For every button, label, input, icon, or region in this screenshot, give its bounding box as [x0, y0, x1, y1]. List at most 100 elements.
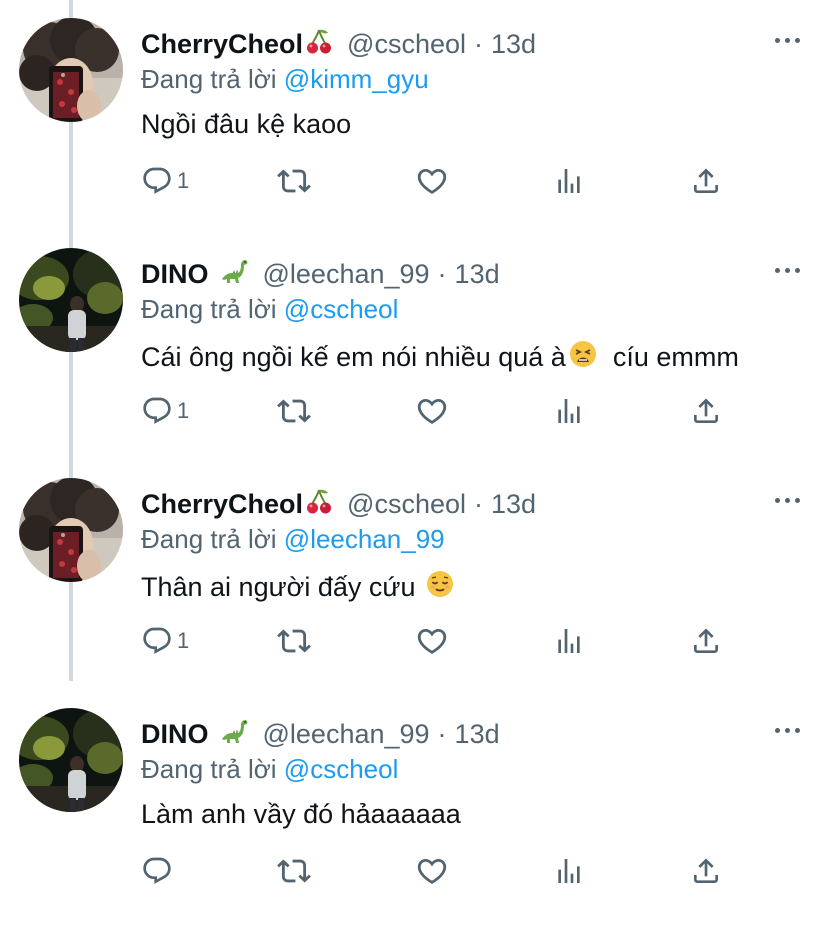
retweet-button[interactable] — [277, 616, 311, 666]
tweet-text-main: Thân ai người đấy cứu — [141, 572, 423, 602]
tweet-header: DINO @leechan_99 · 13d — [141, 256, 500, 292]
replying-to: Đang trả lời @cscheol — [141, 294, 398, 325]
author-name[interactable]: CherryCheol — [141, 489, 303, 520]
reply-count: 1 — [177, 628, 190, 653]
separator: · — [437, 718, 447, 749]
action-bar — [0, 846, 828, 896]
stats-button[interactable] — [553, 846, 585, 896]
replying-to-label: Đang trả lời — [141, 524, 277, 554]
tweet[interactable]: CherryCheol @cscheol · 13d Đang trả lời … — [0, 466, 828, 696]
retweet-button[interactable] — [277, 386, 311, 436]
author-name[interactable]: CherryCheol — [141, 29, 303, 60]
author-handle[interactable]: @cscheol — [347, 29, 466, 60]
replying-to-label: Đang trả lời — [141, 754, 277, 784]
replying-to: Đang trả lời @kimm_gyu — [141, 64, 429, 95]
tweet-text-main: Ngồi đâu kệ kaoo — [141, 109, 352, 139]
more-icon[interactable] — [775, 728, 800, 733]
share-button[interactable] — [690, 616, 722, 666]
timestamp[interactable]: 13d — [455, 719, 500, 750]
heart-icon — [415, 394, 449, 428]
replying-to-mention[interactable]: @kimm_gyu — [284, 64, 429, 94]
stats-button[interactable] — [553, 156, 585, 206]
avatar-curly-hair-selfie[interactable] — [19, 18, 123, 122]
share-icon — [690, 855, 722, 887]
like-button[interactable] — [415, 616, 449, 666]
share-icon — [690, 165, 722, 197]
share-icon — [690, 395, 722, 427]
reply-button[interactable]: 1 — [141, 616, 189, 666]
timestamp[interactable]: 13d — [455, 259, 500, 290]
reply-count: 1 — [177, 398, 190, 423]
heart-icon — [415, 854, 449, 888]
author-name[interactable]: DINO — [141, 719, 209, 750]
tweet-text: Thân ai người đấy cứu — [141, 569, 455, 606]
share-icon — [690, 625, 722, 657]
replying-to-mention[interactable]: @leechan_99 — [284, 524, 445, 554]
tweet[interactable]: DINO @leechan_99 · 13d Đang trả lời @csc… — [0, 696, 828, 926]
stats-button[interactable] — [553, 616, 585, 666]
speech-bubble-icon — [141, 625, 173, 657]
timestamp[interactable]: 13d — [491, 29, 536, 60]
heart-icon — [415, 164, 449, 198]
retweet-icon — [277, 164, 311, 198]
bar-chart-icon — [553, 855, 585, 887]
reply-count: 1 — [177, 168, 190, 193]
like-button[interactable] — [415, 846, 449, 896]
replying-to-mention[interactable]: @cscheol — [284, 294, 399, 324]
avatar-night-garden[interactable] — [19, 248, 123, 352]
bar-chart-icon — [553, 165, 585, 197]
cherries-icon — [305, 487, 333, 522]
replying-to: Đang trả lời @leechan_99 — [141, 524, 445, 555]
tweet-header: DINO @leechan_99 · 13d — [141, 716, 500, 752]
tweet-text: Cái ông ngồi kế em nói nhiều quá à cíu e… — [141, 339, 739, 376]
retweet-icon — [277, 624, 311, 658]
speech-bubble-icon — [141, 165, 173, 197]
retweet-icon — [277, 394, 311, 428]
author-name[interactable]: DINO — [141, 259, 209, 290]
separator: · — [437, 258, 447, 289]
separator: · — [474, 28, 484, 59]
relieved-face-icon — [425, 569, 455, 606]
share-button[interactable] — [690, 386, 722, 436]
speech-bubble-icon — [141, 855, 173, 887]
like-button[interactable] — [415, 156, 449, 206]
replying-to-label: Đang trả lời — [141, 64, 277, 94]
dinosaur-icon — [219, 257, 249, 292]
reply-button[interactable]: 1 — [141, 156, 189, 206]
stats-button[interactable] — [553, 386, 585, 436]
action-bar: 1 — [0, 616, 828, 666]
replying-to-mention[interactable]: @cscheol — [284, 754, 399, 784]
replying-to: Đang trả lời @cscheol — [141, 754, 398, 785]
action-bar: 1 — [0, 156, 828, 206]
reply-button[interactable]: 1 — [141, 386, 189, 436]
more-icon[interactable] — [775, 38, 800, 43]
tweet-header: CherryCheol @cscheol · 13d — [141, 26, 536, 62]
tweet[interactable]: CherryCheol @cscheol · 13d Đang trả lời … — [0, 6, 828, 236]
bar-chart-icon — [553, 625, 585, 657]
retweet-icon — [277, 854, 311, 888]
share-button[interactable] — [690, 156, 722, 206]
retweet-button[interactable] — [277, 156, 311, 206]
bar-chart-icon — [553, 395, 585, 427]
tired-face-icon — [568, 339, 598, 376]
avatar-curly-hair-selfie[interactable] — [19, 478, 123, 582]
replying-to-label: Đang trả lời — [141, 294, 277, 324]
timestamp[interactable]: 13d — [491, 489, 536, 520]
author-handle[interactable]: @leechan_99 — [263, 259, 430, 290]
tweet-text-suffix: cíu emmm — [597, 342, 739, 372]
share-button[interactable] — [690, 846, 722, 896]
tweet-text: Làm anh vầy đó hảaaaaaa — [141, 799, 461, 830]
heart-icon — [415, 624, 449, 658]
reply-button[interactable] — [141, 846, 177, 896]
tweet[interactable]: DINO @leechan_99 · 13d Đang trả lời @csc… — [0, 236, 828, 466]
author-handle[interactable]: @cscheol — [347, 489, 466, 520]
dinosaur-icon — [219, 717, 249, 752]
retweet-button[interactable] — [277, 846, 311, 896]
author-handle[interactable]: @leechan_99 — [263, 719, 430, 750]
more-icon[interactable] — [775, 498, 800, 503]
more-icon[interactable] — [775, 268, 800, 273]
avatar-night-garden[interactable] — [19, 708, 123, 812]
speech-bubble-icon — [141, 395, 173, 427]
cherries-icon — [305, 27, 333, 62]
like-button[interactable] — [415, 386, 449, 436]
